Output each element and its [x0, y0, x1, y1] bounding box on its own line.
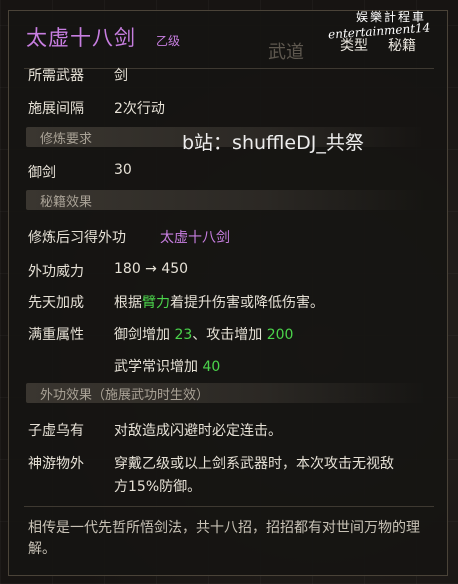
external-effect-label-1: 子虚乌有	[28, 423, 84, 439]
skill-grade: 乙级	[156, 34, 181, 48]
power-label: 外功威力	[28, 264, 84, 280]
learn-label: 修炼后习得外功	[28, 230, 126, 246]
effects-title: 秘籍效果	[40, 195, 93, 210]
mastery-1-value2: 200	[266, 327, 294, 343]
lore-text: 相传是一代先哲所悟剑法，共十八招，招招都有对世间万物的理解。	[28, 520, 420, 557]
external-effect-value-1: 对敌造成闪避时必定连击。	[114, 423, 282, 439]
requirements-title: 修炼要求	[40, 132, 93, 147]
innate-label: 先天加成	[28, 295, 84, 311]
external-title: 外功效果（施展武功时生效）	[40, 388, 210, 403]
mastery-label: 满重属性	[28, 327, 84, 343]
mastery-1-pre: 御剑增加	[114, 327, 175, 343]
type-value: 秘籍	[388, 38, 416, 54]
skill-title: 太虚十八剑	[26, 26, 136, 50]
effects-section-header: 秘籍效果	[26, 190, 426, 210]
requirement-value: 30	[114, 162, 132, 178]
bilibili-watermark: b站：shuffleDJ_共祭	[182, 132, 364, 154]
lore-divider	[24, 506, 434, 507]
divider	[24, 68, 434, 69]
external-effect-value-2: 穿戴乙级或以上剑系武器时，本次攻击无视敌	[114, 456, 394, 472]
interval-label: 施展间隔	[28, 101, 84, 117]
mastery-2-value: 40	[202, 359, 221, 375]
power-value: 180 → 450	[114, 261, 189, 277]
innate-highlight: 臂力	[142, 295, 170, 311]
requirement-label: 御剑	[28, 165, 56, 181]
mastery-2-pre: 武学常识增加	[114, 359, 203, 375]
interval-value: 2次行动	[114, 101, 165, 117]
mastery-1-mid: 、攻击增加	[192, 327, 267, 343]
learn-value: 太虚十八剑	[160, 230, 230, 246]
mastery-1-value: 23	[174, 327, 193, 343]
weapon-label: 所需武器	[28, 68, 84, 84]
weapon-value: 剑	[114, 68, 128, 84]
external-section-header: 外功效果（施展武功时生效）	[26, 383, 426, 403]
innate-post: 着提升伤害或降低伤害。	[170, 295, 324, 311]
mastery-line-2: 武学常识增加 40	[114, 356, 220, 376]
background-tab-wudao[interactable]: 武道	[268, 38, 304, 64]
external-effect-value-2-cont: 方15%防御。	[114, 479, 202, 495]
innate-value: 根据臂力着提升伤害或降低伤害。	[114, 292, 324, 312]
mastery-line-1: 御剑增加 23、攻击增加 200	[114, 324, 293, 344]
external-effect-label-2: 神游物外	[28, 456, 84, 472]
innate-pre: 根据	[114, 295, 142, 311]
